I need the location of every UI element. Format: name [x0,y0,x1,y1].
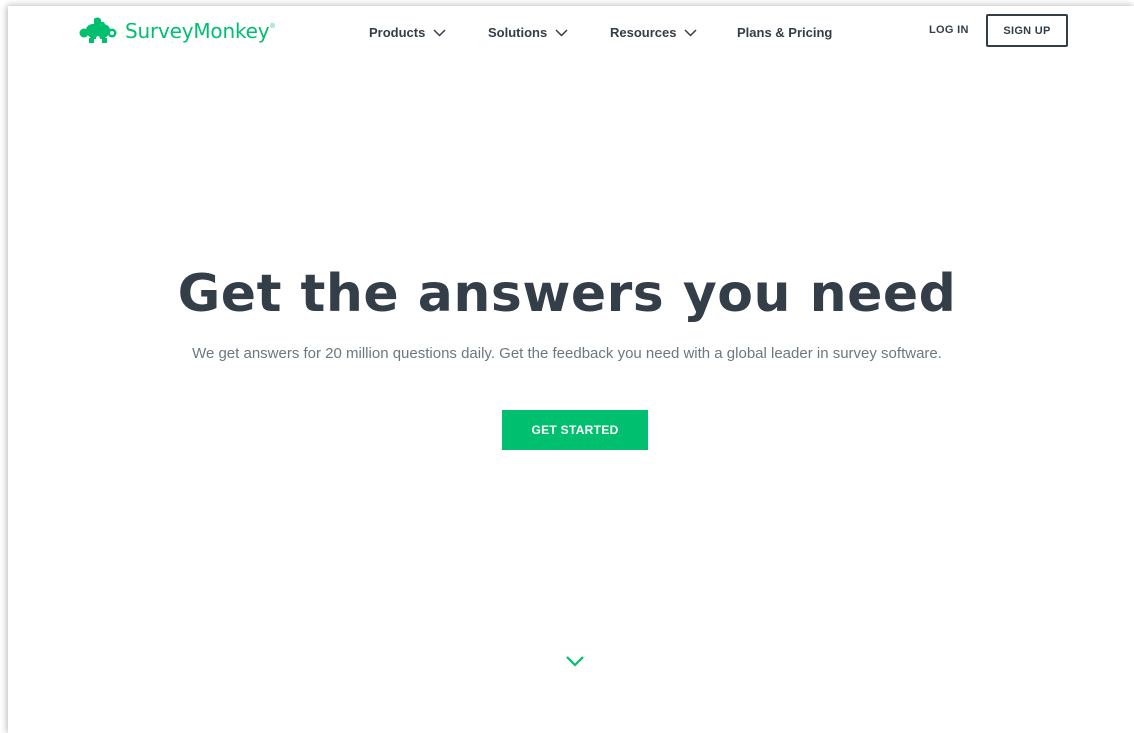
chevron-down-icon [684,25,698,40]
nav-resources-label: Resources [610,24,677,40]
get-started-button[interactable]: GET STARTED [502,410,648,450]
chevron-down-icon [433,25,446,40]
signup-button[interactable]: SIGN UP [986,14,1068,47]
get-started-label: GET STARTED [531,423,619,437]
nav-solutions-label: Solutions [488,24,548,40]
browser-page: SurveyMonkey ® Products Solutions Resour… [8,6,1134,733]
nav-products-label: Products [369,24,426,40]
nav-plans-pricing-label: Plans & Pricing [737,24,833,40]
surveymonkey-logo[interactable]: SurveyMonkey ® [78,15,275,47]
nav-products[interactable]: Products [369,23,446,41]
hero-title: Get the answers you need [177,264,957,324]
signup-button-label: SIGN UP [1003,24,1051,37]
nav-solutions[interactable]: Solutions [488,23,568,41]
login-link[interactable]: LOG IN [929,24,969,36]
nav-plans-pricing[interactable]: Plans & Pricing [737,23,832,41]
hero-subtitle: We get answers for 20 million questions … [192,345,942,362]
monkey-logo-icon [78,17,120,45]
brand-name: SurveyMonkey [125,19,270,43]
chevron-down-icon [555,25,568,40]
scroll-down-chevron-icon[interactable] [565,654,585,668]
nav-resources[interactable]: Resources [610,23,698,41]
site-header: SurveyMonkey ® Products Solutions Resour… [8,6,1134,60]
registered-mark: ® [270,24,275,30]
